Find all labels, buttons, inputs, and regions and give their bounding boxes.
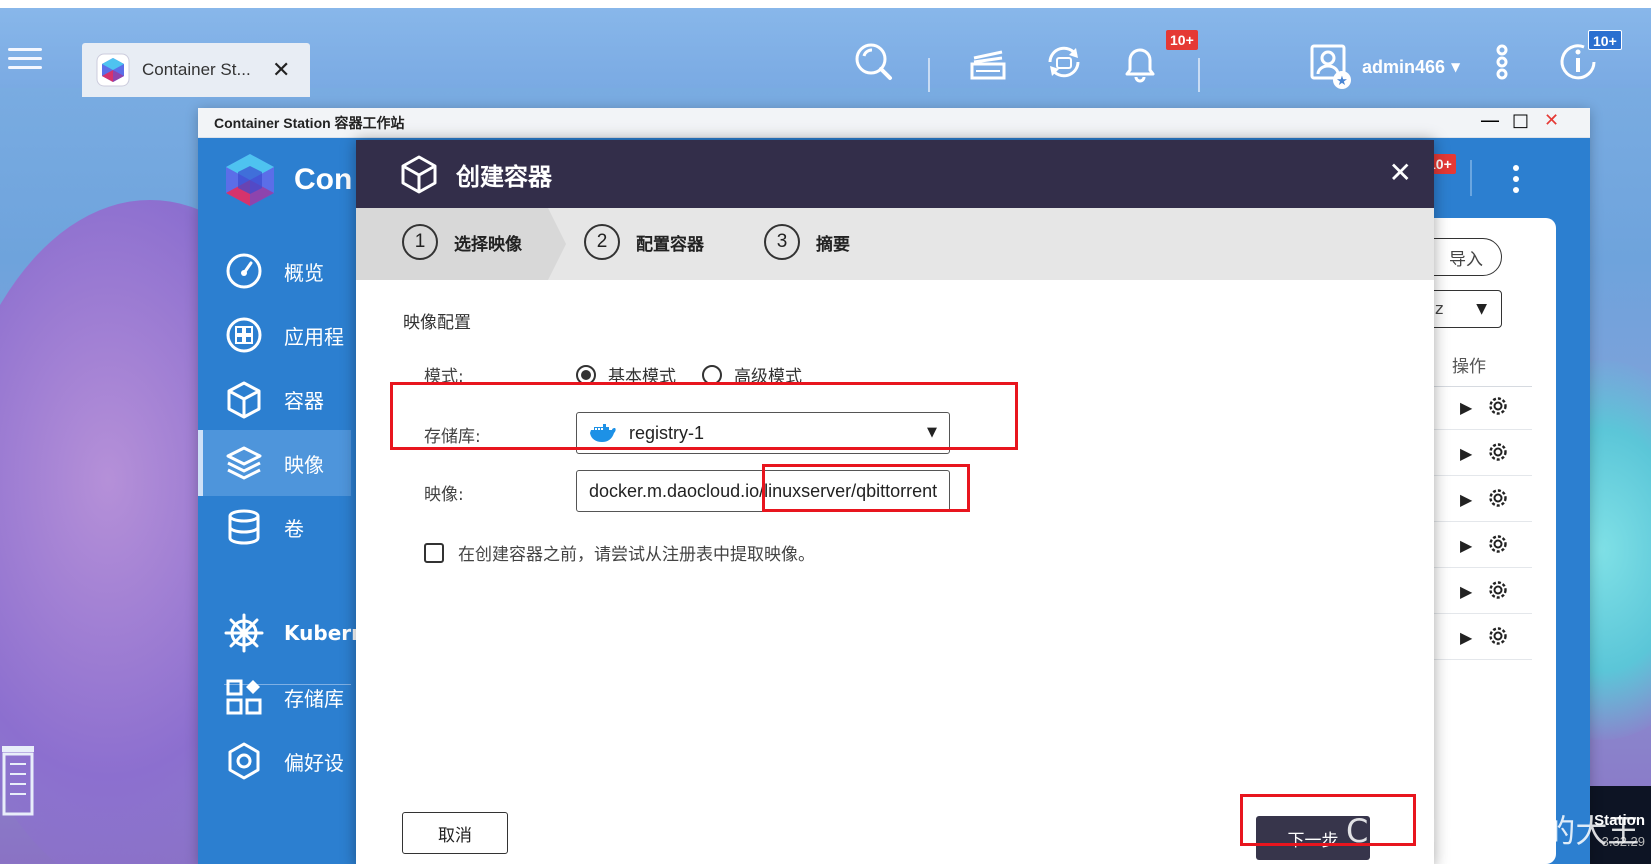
step-configure-container[interactable]: 2 配置容器 bbox=[584, 224, 704, 260]
sidebar-brand-name: Con bbox=[294, 163, 353, 196]
taskbar-separator bbox=[1198, 58, 1200, 92]
dialog-title: 创建容器 bbox=[456, 162, 552, 191]
top-edge bbox=[0, 0, 1651, 8]
sidebar-item-label: 容器 bbox=[284, 388, 324, 413]
highlight-box-registry bbox=[390, 382, 1018, 450]
sidebar-item-apps[interactable]: 应用程 bbox=[198, 302, 351, 368]
toolbar-separator bbox=[1470, 160, 1472, 196]
registry-icon bbox=[226, 679, 262, 715]
watermark: CSDN @稳重的大王 bbox=[1346, 812, 1640, 850]
window-titlebar: Container Station 容器工作站 bbox=[198, 108, 1590, 138]
recycle-bin-icon[interactable] bbox=[0, 740, 40, 822]
play-icon[interactable]: ▶ bbox=[1460, 536, 1472, 555]
step-number: 1 bbox=[402, 224, 438, 260]
dashboard-icon bbox=[226, 253, 262, 289]
taskbar: Container St... ✕ 10+ ★ admin466 ▼ 10+ bbox=[0, 8, 1651, 97]
play-icon[interactable]: ▶ bbox=[1460, 582, 1472, 601]
gear-icon[interactable] bbox=[1486, 532, 1510, 556]
sidebar-item-preferences[interactable]: 偏好设 bbox=[198, 728, 351, 794]
sidebar-item-label: 偏好设 bbox=[284, 750, 344, 775]
chevron-down-icon: ▼ bbox=[1451, 60, 1461, 74]
filter-select-value: z bbox=[1435, 299, 1444, 318]
sidebar: Con 概览 应用程 容器 映像 卷 Kubern 存储库 偏好设 bbox=[198, 138, 365, 864]
sidebar-item-overview[interactable]: 概览 bbox=[198, 238, 351, 304]
play-icon[interactable]: ▶ bbox=[1460, 490, 1472, 509]
step-label: 选择映像 bbox=[454, 234, 522, 255]
pull-image-checkbox-label: 在创建容器之前，请尝试从注册表中提取映像。 bbox=[458, 545, 815, 565]
window-close-icon[interactable]: ✕ bbox=[1544, 110, 1559, 131]
gear-icon[interactable] bbox=[1486, 624, 1510, 648]
chevron-down-icon: ▼ bbox=[1476, 301, 1487, 317]
container-station-logo-icon bbox=[226, 154, 274, 206]
step-number: 2 bbox=[584, 224, 620, 260]
cancel-button[interactable]: 取消 bbox=[402, 812, 508, 854]
sidebar-item-label: 映像 bbox=[284, 452, 324, 477]
taskbar-separator bbox=[928, 58, 930, 92]
minimize-icon[interactable]: — bbox=[1480, 108, 1500, 132]
search-icon[interactable] bbox=[852, 40, 896, 84]
kubernetes-icon bbox=[224, 613, 264, 653]
import-button-label: 导入 bbox=[1449, 249, 1483, 270]
sidebar-item-label: 存储库 bbox=[284, 686, 344, 711]
gear-icon[interactable] bbox=[1486, 440, 1510, 464]
section-title: 映像配置 bbox=[403, 313, 471, 333]
apps-icon bbox=[226, 317, 262, 353]
sidebar-item-registries[interactable]: 存储库 bbox=[198, 664, 351, 730]
window-more-icon[interactable] bbox=[1510, 164, 1522, 194]
step-summary[interactable]: 3 摘要 bbox=[764, 224, 850, 260]
wizard-steps: 1 选择映像 2 配置容器 3 摘要 bbox=[356, 208, 1434, 280]
taskbar-tab-title: Container St... bbox=[142, 60, 251, 79]
play-icon[interactable]: ▶ bbox=[1460, 444, 1472, 463]
user-menu[interactable]: ★ admin466 ▼ bbox=[1308, 42, 1460, 92]
pull-image-checkbox[interactable]: 在创建容器之前，请尝试从注册表中提取映像。 bbox=[424, 540, 815, 565]
sync-icon[interactable] bbox=[1042, 40, 1086, 84]
step-select-image[interactable]: 1 选择映像 bbox=[402, 224, 522, 260]
step-number: 3 bbox=[764, 224, 800, 260]
container-icon bbox=[227, 381, 261, 419]
more-options-icon[interactable] bbox=[1490, 40, 1514, 84]
sidebar-item-label: 概览 bbox=[284, 260, 324, 285]
main-menu-icon[interactable] bbox=[8, 42, 42, 78]
play-icon[interactable]: ▶ bbox=[1460, 628, 1472, 647]
sidebar-item-label: Kubern bbox=[284, 621, 366, 645]
image-label: 映像: bbox=[424, 485, 464, 505]
user-avatar-icon: ★ bbox=[1310, 44, 1351, 89]
gear-icon[interactable] bbox=[1486, 394, 1510, 418]
sidebar-brand: Con bbox=[222, 152, 352, 208]
container-station-logo-icon bbox=[96, 53, 130, 87]
checkbox-box bbox=[424, 542, 444, 563]
window-title: Container Station 容器工作站 bbox=[214, 114, 405, 131]
container-icon bbox=[401, 155, 437, 194]
taskbar-tab-container-station[interactable]: Container St... ✕ bbox=[82, 43, 310, 97]
info-badge: 10+ bbox=[1588, 30, 1622, 50]
highlight-box-image bbox=[762, 464, 970, 512]
database-icon bbox=[228, 509, 260, 545]
gear-icon[interactable] bbox=[1486, 578, 1510, 602]
sidebar-item-containers[interactable]: 容器 bbox=[198, 366, 351, 432]
step-label: 配置容器 bbox=[636, 234, 704, 255]
settings-icon bbox=[228, 742, 260, 780]
sidebar-item-label: 应用程 bbox=[284, 324, 344, 349]
notification-badge: 10+ bbox=[1166, 30, 1198, 50]
gear-icon[interactable] bbox=[1486, 486, 1510, 510]
sidebar-item-volumes[interactable]: 卷 bbox=[198, 494, 351, 560]
dialog-header: 创建容器 ✕ bbox=[356, 140, 1434, 208]
dialog-close-icon[interactable]: ✕ bbox=[1389, 156, 1412, 189]
ops-column-header: 操作 bbox=[1452, 357, 1486, 377]
taskbar-tab-close-icon[interactable]: ✕ bbox=[272, 58, 290, 83]
sidebar-item-label: 卷 bbox=[284, 516, 304, 541]
svg-text:★: ★ bbox=[1336, 74, 1348, 89]
step-label: 摘要 bbox=[816, 234, 850, 255]
sidebar-item-images[interactable]: 映像 bbox=[198, 430, 351, 496]
notification-bell-icon[interactable] bbox=[1118, 40, 1162, 84]
maximize-icon[interactable]: □ bbox=[1512, 110, 1529, 131]
layers-icon bbox=[226, 446, 262, 480]
username: admin466 bbox=[1362, 56, 1446, 77]
play-icon[interactable]: ▶ bbox=[1460, 398, 1472, 417]
step-chevron bbox=[548, 208, 566, 280]
sidebar-item-kubernetes[interactable]: Kubern bbox=[198, 600, 365, 666]
task-monitor-icon[interactable] bbox=[966, 40, 1010, 84]
